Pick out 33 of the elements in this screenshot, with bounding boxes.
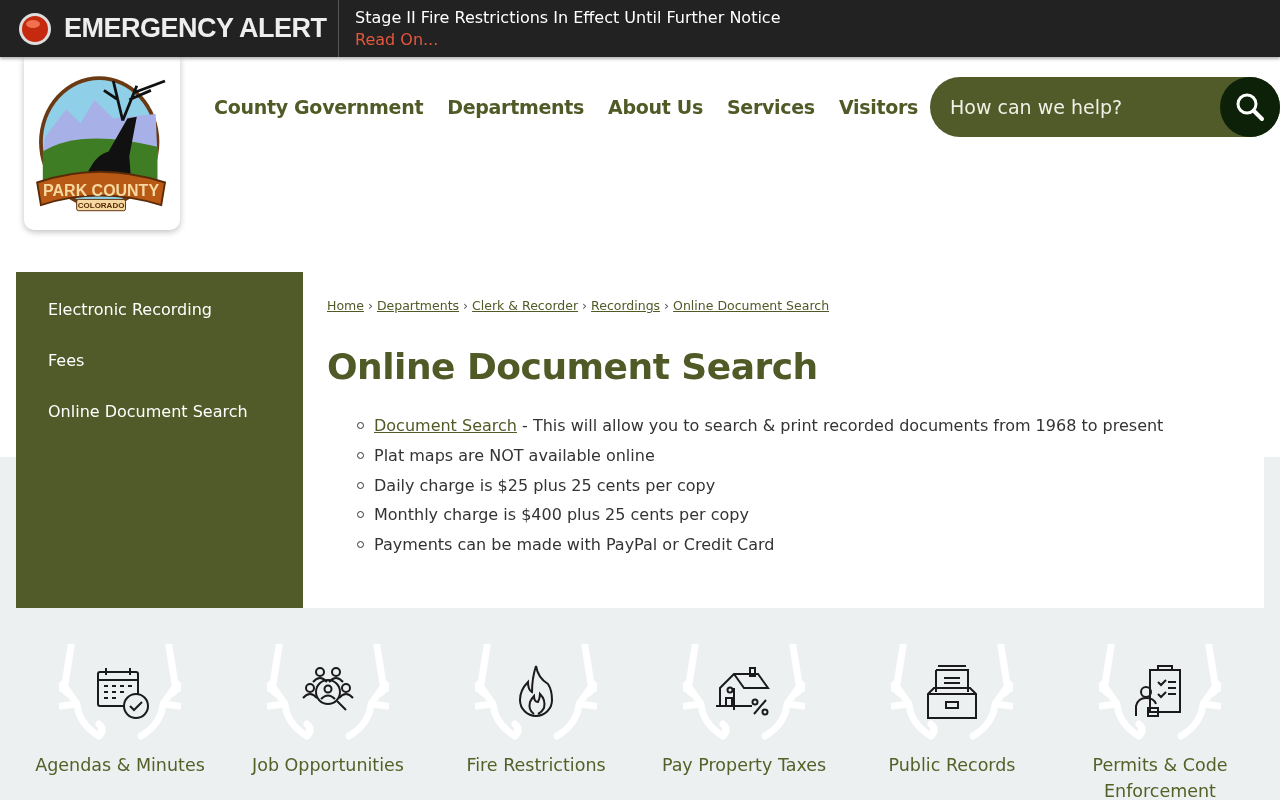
list-item-text: Plat maps are NOT available online — [374, 446, 655, 466]
list-item-text: Daily charge is $25 plus 25 cents per copy — [374, 475, 716, 495]
alert-message: Stage II Fire Restrictions In Effect Until Further Notice — [355, 6, 781, 29]
breadcrumb-link[interactable]: Departments — [376, 297, 460, 313]
sidebar-item[interactable]: Online Document Search — [16, 386, 303, 437]
breadcrumb-separator: › — [367, 297, 373, 313]
quick-link[interactable]: Job Opportunities — [228, 752, 428, 778]
quick-link[interactable]: Fire Restrictions — [436, 752, 636, 778]
list-item-text: Monthly charge is $400 plus 25 cents per copy — [374, 505, 749, 525]
breadcrumb-link[interactable]: Online Document Search — [673, 297, 830, 313]
list-item-text: Payments can be made with PayPal or Credit Card — [374, 535, 775, 555]
breadcrumb-separator: › — [582, 297, 588, 313]
quick-link[interactable]: Pay Property Taxes — [644, 752, 844, 778]
nav-link[interactable]: Services — [714, 96, 827, 118]
alert-title: EMERGENCY ALERT — [64, 13, 327, 44]
document-search-link[interactable]: Document Search — [374, 416, 517, 436]
breadcrumb-separator: › — [463, 297, 469, 313]
breadcrumb-separator: › — [664, 297, 670, 313]
quick-link[interactable]: Public Records — [852, 752, 1052, 778]
page-title: Online Document Search — [327, 346, 819, 387]
quick-link[interactable]: Agendas & Minutes — [20, 752, 220, 778]
read-on-link[interactable]: Read On... — [355, 29, 439, 49]
breadcrumb-link[interactable]: Clerk & Recorder — [472, 297, 579, 313]
nav-link[interactable]: Visitors — [826, 96, 930, 118]
list-item-text: Document Search - This will allow you to search & print recorded documents from 1968 to present — [374, 416, 1164, 436]
nav-link[interactable]: County Government — [202, 96, 436, 118]
breadcrumb-link[interactable]: Recordings — [591, 297, 661, 313]
sidebar-item[interactable]: Electronic Recording — [16, 284, 303, 335]
sidebar-item[interactable]: Fees — [16, 335, 303, 386]
nav-link[interactable]: Departments — [435, 96, 597, 118]
breadcrumb-link[interactable]: Home — [327, 297, 364, 313]
nav-link[interactable]: About Us — [596, 96, 715, 118]
quick-link[interactable]: Permits & Code Enforcement — [1060, 752, 1260, 800]
